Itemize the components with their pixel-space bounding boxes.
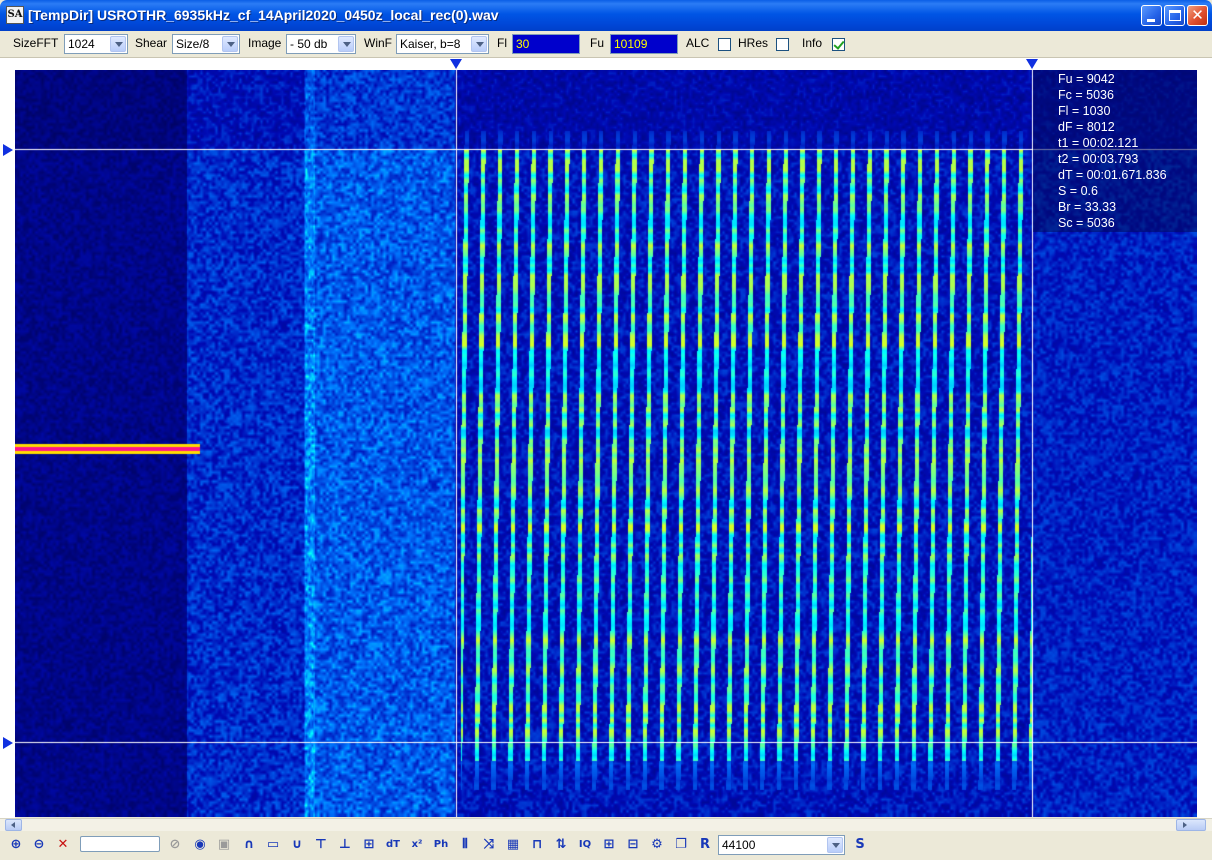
alc-label: ALC — [686, 36, 710, 50]
hres-label: HRes — [738, 36, 769, 50]
frequency-ruler-right — [1197, 58, 1212, 818]
chevron-down-icon[interactable] — [222, 36, 238, 52]
reset-icon[interactable]: ✕ — [53, 835, 73, 855]
chevron-down-icon[interactable] — [827, 837, 843, 853]
image-value: - 50 db — [290, 37, 328, 51]
zoom-out-icon[interactable]: ⊖ — [29, 835, 49, 855]
chevron-down-icon[interactable] — [471, 36, 487, 52]
fu-value: 10109 — [614, 37, 648, 51]
waveform2-icon[interactable]: ⊟ — [623, 835, 643, 855]
fl-label: Fl — [497, 36, 507, 50]
sample-rate-select[interactable]: 44100 — [718, 835, 845, 855]
bottom-toolbar: ⊕ ⊖ ✕ ⊘ ◉ ▣ ∩ ▭ ∪ ⊤ ⊥ ⊞ dT x² Ph ⦀ ⤨ ▦ ⊓… — [0, 831, 1212, 860]
fu-label: Fu — [590, 36, 605, 50]
spectrogram-area[interactable] — [15, 70, 1197, 817]
scroll-left-button[interactable] — [5, 819, 22, 831]
rectangle-icon[interactable]: ▭ — [263, 835, 283, 855]
shear-value: Size/8 — [176, 37, 210, 51]
phase-icon[interactable]: Ph — [431, 835, 451, 855]
cross-icon[interactable]: ⤨ — [479, 835, 499, 855]
fu-input[interactable]: 10109 — [610, 34, 678, 54]
position-input[interactable] — [80, 836, 160, 852]
close-icon: ✕ — [1191, 6, 1204, 24]
bandpass-icon[interactable]: ∩ — [239, 835, 259, 855]
fl-value: 30 — [516, 37, 530, 51]
fu-marker-icon[interactable] — [3, 144, 13, 156]
up-down-icon[interactable]: ⇅ — [551, 835, 571, 855]
winf-select[interactable]: Kaiser, b=8 — [396, 34, 489, 54]
image-select[interactable]: - 50 db — [286, 34, 356, 54]
alc-checkbox[interactable] — [718, 38, 731, 51]
pulse-icon[interactable]: ⊓ — [527, 835, 547, 855]
lowpass-icon[interactable]: ∪ — [287, 835, 307, 855]
spectrogram-canvas[interactable] — [15, 70, 1197, 817]
sizefft-select[interactable]: 1024 — [64, 34, 128, 54]
info-line: S = 0.6 — [1058, 184, 1098, 198]
hres-checkbox[interactable] — [776, 38, 789, 51]
fl-input[interactable]: 30 — [512, 34, 580, 54]
stop-icon[interactable]: ⊘ — [165, 835, 185, 855]
chevron-down-icon[interactable] — [338, 36, 354, 52]
window-title: [TempDir] USROTHR_6935kHz_cf_14April2020… — [28, 7, 499, 23]
horizontal-scrollbar[interactable] — [0, 818, 1212, 831]
info-line: Fl = 1030 — [1058, 104, 1111, 118]
mark-end-icon[interactable]: ⊥ — [335, 835, 355, 855]
image-label: Image — [248, 36, 282, 50]
grid-icon[interactable]: ▦ — [503, 835, 523, 855]
sizefft-value: 1024 — [68, 37, 95, 51]
x-power-icon[interactable]: x² — [407, 835, 427, 855]
minimize-button[interactable] — [1141, 5, 1162, 26]
info-line: dF = 8012 — [1058, 120, 1115, 134]
settings-icon[interactable]: ⚙ — [647, 835, 667, 855]
app-icon[interactable]: SA — [6, 6, 24, 24]
sizefft-label: SizeFFT — [13, 36, 59, 50]
maximize-icon — [1169, 10, 1181, 21]
dt-icon[interactable]: dT — [383, 835, 403, 855]
info-checkbox[interactable] — [832, 38, 845, 51]
info-line: t1 = 00:02.121 — [1058, 136, 1139, 150]
chevron-down-icon[interactable] — [110, 36, 126, 52]
waveform-icon[interactable]: ⊞ — [599, 835, 619, 855]
info-line: Sc = 5036 — [1058, 216, 1115, 230]
shear-label: Shear — [135, 36, 168, 50]
scroll-right-button[interactable] — [1176, 819, 1206, 831]
info-line: dT = 00:01.671.836 — [1058, 168, 1167, 182]
minimize-icon — [1147, 19, 1155, 22]
t2-marker-icon[interactable] — [1026, 59, 1038, 69]
title-bar[interactable]: SA [TempDir] USROTHR_6935kHz_cf_14April2… — [0, 0, 1212, 31]
s-button[interactable]: S — [850, 835, 870, 855]
shear-select[interactable]: Size/8 — [172, 34, 240, 54]
info-line: Fc = 5036 — [1058, 88, 1114, 102]
zoom-in-icon[interactable]: ⊕ — [6, 835, 26, 855]
info-label: Info — [802, 36, 823, 50]
info-line: Br = 33.33 — [1058, 200, 1117, 214]
copy-icon[interactable]: ❐ — [671, 835, 691, 855]
info-line: Fu = 9042 — [1058, 72, 1115, 86]
mark-start-icon[interactable]: ⊤ — [311, 835, 331, 855]
mark-both-icon[interactable]: ⊞ — [359, 835, 379, 855]
iq-icon[interactable]: IQ — [575, 835, 595, 855]
info-line: t2 = 00:03.793 — [1058, 152, 1139, 166]
frequency-ruler-left[interactable] — [0, 58, 15, 818]
bars-icon[interactable]: ⦀ — [455, 835, 475, 855]
winf-label: WinF — [364, 36, 392, 50]
close-button[interactable]: ✕ — [1187, 5, 1208, 26]
r-button[interactable]: R — [695, 835, 715, 855]
square-icon[interactable]: ▣ — [214, 835, 234, 855]
top-toolbar: SizeFFT 1024 Shear Size/8 Image - 50 db … — [0, 31, 1212, 58]
maximize-button[interactable] — [1164, 5, 1185, 26]
fl-marker-icon[interactable] — [3, 737, 13, 749]
winf-value: Kaiser, b=8 — [400, 37, 461, 51]
sample-rate-value: 44100 — [722, 838, 756, 852]
t1-marker-icon[interactable] — [450, 59, 462, 69]
speaker-icon[interactable]: ◉ — [190, 835, 210, 855]
